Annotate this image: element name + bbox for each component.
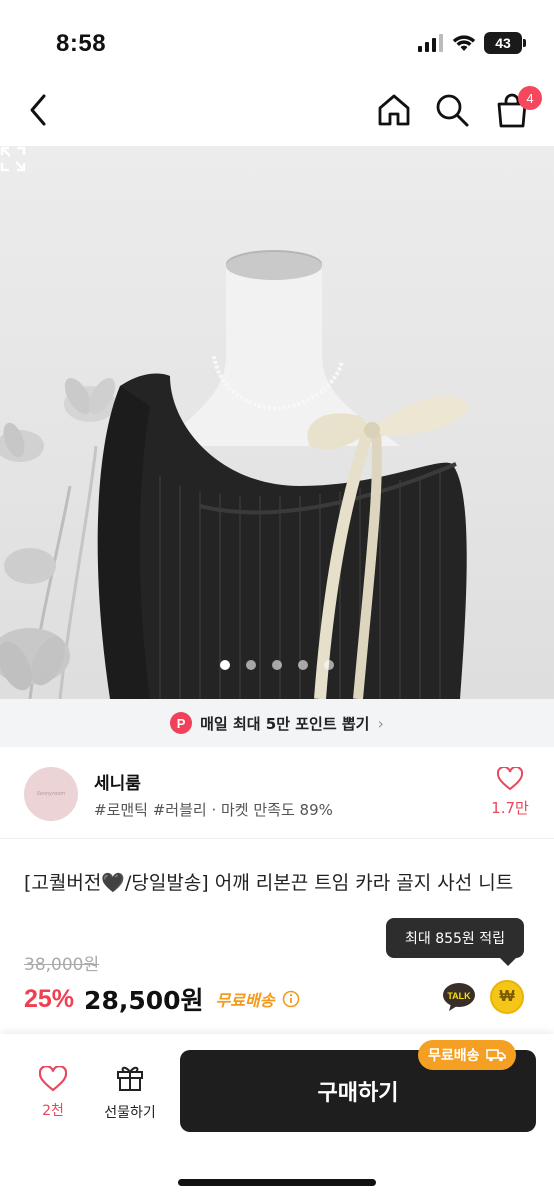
kakao-talk-icon[interactable]: TALK bbox=[442, 980, 476, 1014]
status-time: 8:58 bbox=[56, 30, 107, 57]
top-nav-bar bbox=[0, 80, 554, 144]
wifi-icon bbox=[452, 35, 476, 51]
shop-like-count: 1.7만 bbox=[491, 799, 529, 817]
status-icons: 43 bbox=[418, 32, 526, 54]
carousel-dot[interactable] bbox=[220, 660, 230, 670]
kakao-talk-label: TALK bbox=[447, 991, 471, 1001]
shop-like-button[interactable]: 1.7만 bbox=[490, 765, 530, 818]
battery-icon: 43 bbox=[484, 32, 526, 54]
product-title: [고퀄버전🖤/당일발송] 어깨 리본끈 트임 카라 골지 사선 니트 bbox=[24, 872, 514, 894]
original-price: 38,000원 bbox=[24, 955, 100, 975]
product-image-carousel[interactable] bbox=[0, 146, 554, 699]
back-icon[interactable] bbox=[20, 90, 60, 130]
carousel-dot[interactable] bbox=[272, 660, 282, 670]
product-photo bbox=[0, 250, 469, 699]
points-event-banner[interactable]: P 매일 최대 5만 포인트 뽑기 › bbox=[0, 699, 554, 747]
gift-icon bbox=[117, 1066, 143, 1091]
reward-tooltip: 최대 855원 적립 bbox=[386, 918, 524, 966]
shop-name[interactable]: 세니룸 bbox=[94, 769, 141, 794]
info-icon[interactable] bbox=[282, 990, 300, 1008]
gift-button[interactable]: 선물하기 bbox=[96, 1062, 164, 1122]
signal-icon bbox=[418, 34, 443, 52]
free-shipping-pill-label: 무료배송 bbox=[428, 1048, 480, 1064]
bottom-action-bar: 2천 선물하기 구매하기 무료배송 bbox=[0, 1034, 554, 1200]
won-coin-icon[interactable]: ₩ bbox=[490, 980, 524, 1014]
points-banner-text: 매일 최대 5만 포인트 뽑기 bbox=[200, 714, 370, 733]
carousel-dot[interactable] bbox=[246, 660, 256, 670]
price-row: 25% 28,500원 무료배송 bbox=[24, 982, 300, 1016]
shop-info-row[interactable]: Sennyroom 세니룸 #로맨틱 #러블리 · 마켓 만족도 89% 1.7… bbox=[0, 747, 554, 839]
home-icon[interactable] bbox=[374, 90, 414, 130]
carousel-indicator bbox=[0, 660, 554, 670]
shop-avatar[interactable]: Sennyroom bbox=[24, 767, 78, 821]
status-bar: 8:58 43 bbox=[0, 0, 554, 88]
gift-label: 선물하기 bbox=[104, 1105, 156, 1121]
carousel-dot[interactable] bbox=[324, 660, 334, 670]
heart-icon bbox=[496, 765, 524, 791]
truck-icon bbox=[485, 1049, 506, 1062]
heart-icon bbox=[38, 1065, 68, 1092]
expand-icon[interactable] bbox=[0, 146, 26, 172]
home-indicator bbox=[178, 1179, 376, 1186]
free-shipping-label: 무료배송 bbox=[215, 991, 275, 1010]
carousel-dot[interactable] bbox=[298, 660, 308, 670]
discount-rate: 25% bbox=[24, 984, 75, 1013]
product-like-count: 2천 bbox=[42, 1103, 64, 1119]
points-badge-icon: P bbox=[170, 712, 193, 734]
cart-count-badge: 4 bbox=[518, 86, 542, 110]
free-shipping-pill: 무료배송 bbox=[418, 1040, 516, 1070]
shop-tags: #로맨틱 #러블리 · 마켓 만족도 89% bbox=[94, 801, 333, 819]
product-like-button[interactable]: 2천 bbox=[26, 1065, 80, 1120]
sale-price: 28,500원 bbox=[84, 986, 204, 1015]
shop-avatar-logo-text: Sennyroom bbox=[36, 791, 66, 797]
search-icon[interactable] bbox=[432, 90, 472, 130]
chevron-right-icon: › bbox=[377, 713, 384, 733]
